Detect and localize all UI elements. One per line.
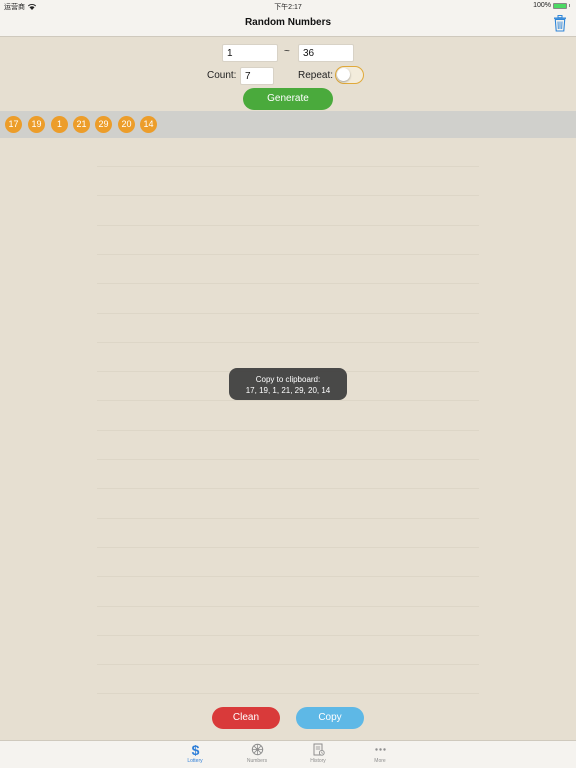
result-ball: 29	[95, 116, 112, 133]
history-area	[97, 138, 479, 698]
generate-button[interactable]: Generate	[243, 88, 333, 110]
toast-numbers: 17, 19, 1, 21, 29, 20, 14	[245, 386, 331, 395]
tab-bar: $ Lottery Numbers History More	[0, 740, 576, 768]
result-ball: 19	[28, 116, 45, 133]
ruled-line	[97, 166, 479, 167]
ruled-line	[97, 341, 479, 343]
ruled-line	[97, 195, 479, 197]
history-icon	[313, 743, 325, 756]
ruled-line	[97, 400, 479, 402]
ruled-line	[97, 253, 479, 255]
tab-label: Lottery	[187, 758, 203, 764]
tab-label: History	[310, 758, 326, 764]
ruled-line	[97, 634, 479, 636]
toggle-knob	[337, 68, 350, 81]
ruled-line	[97, 312, 479, 314]
repeat-label: Repeat:	[298, 70, 334, 81]
repeat-toggle[interactable]	[335, 66, 364, 84]
tab-more[interactable]: More	[360, 743, 400, 768]
count-input[interactable]: 7	[240, 67, 274, 85]
ruled-line	[97, 693, 479, 695]
dollar-icon: $	[191, 743, 199, 756]
result-ball: 1	[51, 116, 68, 133]
copy-toast: Copy to clipboard: 17, 19, 1, 21, 29, 20…	[229, 368, 347, 400]
svg-text:$: $	[191, 743, 199, 756]
ruled-line	[97, 459, 479, 460]
navigation-bar: Random Numbers	[0, 12, 576, 37]
ruled-line	[97, 605, 479, 607]
tab-label: More	[374, 758, 386, 764]
ruled-line	[97, 283, 479, 285]
ruled-line	[97, 488, 479, 490]
battery-icon	[553, 2, 567, 9]
result-ball: 20	[118, 116, 135, 133]
result-ball: 17	[5, 116, 22, 133]
clean-button[interactable]: Clean	[212, 707, 280, 729]
tab-history[interactable]: History	[298, 743, 338, 768]
range-max-input[interactable]: 36	[298, 44, 354, 62]
results-strip: 17 19 1 21 29 20 14	[0, 111, 576, 138]
more-icon	[374, 748, 386, 751]
ruled-line	[97, 224, 479, 226]
battery-percent: 100%	[533, 2, 551, 9]
copy-button[interactable]: Copy	[296, 707, 364, 729]
tab-numbers[interactable]: Numbers	[237, 743, 277, 768]
ruled-line	[97, 664, 479, 666]
page-title: Random Numbers	[244, 17, 332, 28]
status-time: 下午2:17	[274, 4, 302, 11]
range-separator: ~	[284, 46, 290, 57]
toast-title: Copy to clipboard:	[255, 375, 321, 384]
wheel-icon	[251, 743, 263, 756]
range-min-input[interactable]: 1	[222, 44, 278, 62]
tab-lottery[interactable]: $ Lottery	[175, 743, 215, 768]
status-bar: 运营商 下午2:17 100%	[0, 0, 576, 12]
tab-label: Numbers	[246, 758, 268, 764]
ruled-line	[97, 546, 479, 548]
ruled-line	[97, 429, 479, 431]
result-ball: 21	[73, 116, 90, 133]
ruled-line	[97, 576, 479, 578]
result-ball: 14	[140, 116, 157, 133]
trash-icon[interactable]	[553, 15, 567, 32]
ruled-line	[97, 517, 479, 519]
count-label: Count:	[207, 70, 237, 81]
